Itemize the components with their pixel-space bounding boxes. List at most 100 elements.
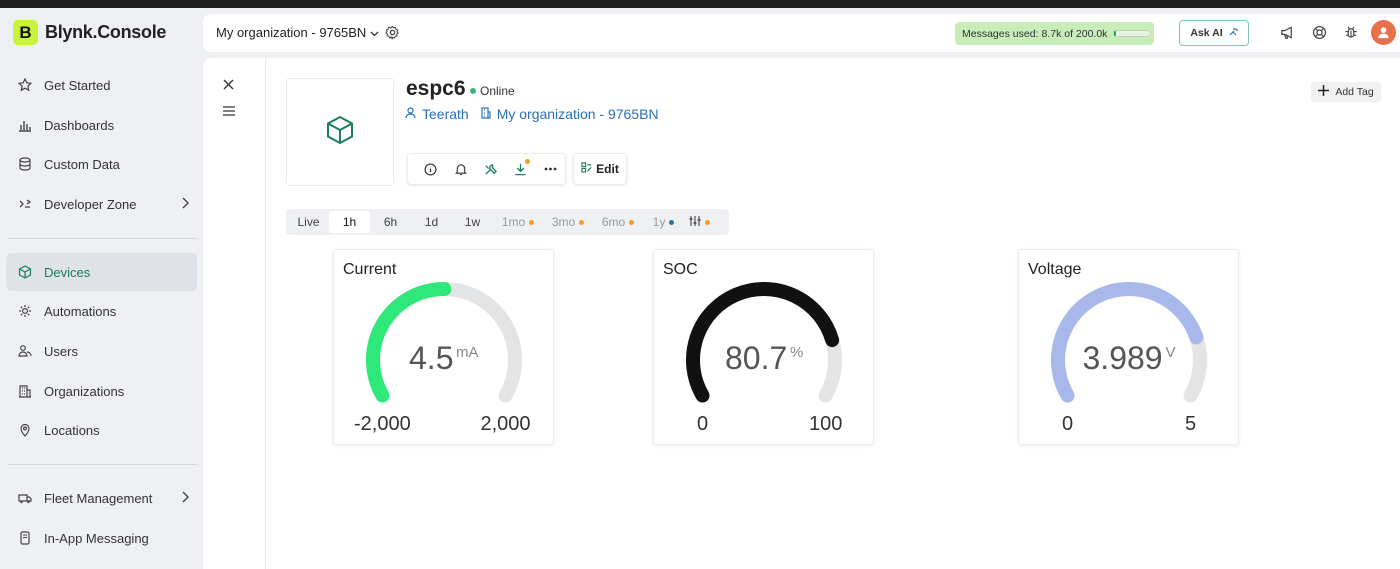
automation-icon bbox=[18, 304, 32, 318]
sidebar-item-label: Get Started bbox=[44, 77, 111, 93]
ask-ai-button[interactable]: Ask AI bbox=[1179, 20, 1249, 46]
edit-label: Edit bbox=[596, 162, 619, 176]
truck-icon bbox=[18, 491, 32, 505]
status-dot bbox=[470, 88, 476, 94]
gear-icon[interactable] bbox=[385, 25, 400, 45]
edit-button[interactable]: Edit bbox=[573, 153, 627, 185]
top-header: My organization - 9765BN | Messages used… bbox=[203, 14, 1400, 52]
time-range-label: Live bbox=[297, 215, 320, 229]
logo-text: Blynk.Console bbox=[45, 22, 167, 42]
custom-range-button[interactable] bbox=[684, 211, 714, 233]
user-avatar[interactable] bbox=[1371, 20, 1396, 45]
menu-icon[interactable] bbox=[223, 103, 235, 121]
time-range-label: 1h bbox=[342, 215, 357, 229]
users-icon bbox=[18, 344, 32, 358]
gauge-unit: mA bbox=[456, 344, 479, 361]
sidebar-item-dashboards[interactable]: Dashboards bbox=[6, 106, 197, 144]
sidebar-item-fleet-management[interactable]: Fleet Management bbox=[6, 479, 197, 517]
sidebar-item-label: Fleet Management bbox=[44, 490, 153, 506]
close-icon[interactable] bbox=[223, 77, 234, 95]
messages-label: Messages used: bbox=[962, 27, 1039, 40]
time-range-label: 6mo bbox=[601, 215, 626, 229]
time-range-1mo[interactable]: 1mo bbox=[493, 211, 543, 233]
megaphone-icon[interactable] bbox=[1280, 25, 1295, 45]
bar-chart-icon bbox=[18, 118, 32, 132]
chevron-right-icon bbox=[181, 491, 189, 506]
owner-link[interactable]: Teerath bbox=[405, 106, 469, 122]
download-icon[interactable] bbox=[505, 159, 535, 179]
time-range-6mo[interactable]: 6mo bbox=[593, 211, 643, 233]
status-dot bbox=[669, 219, 675, 225]
time-range-label: 1y bbox=[652, 215, 666, 229]
status-dot bbox=[579, 219, 585, 225]
sidebar-item-label: Developer Zone bbox=[44, 196, 137, 212]
time-range-6h[interactable]: 6h bbox=[370, 211, 411, 233]
time-range-1d[interactable]: 1d bbox=[411, 211, 452, 233]
star-icon bbox=[18, 78, 32, 92]
sidebar-item-locations[interactable]: Locations bbox=[6, 411, 197, 449]
time-range-live[interactable]: Live bbox=[288, 211, 329, 233]
developer-icon bbox=[18, 197, 32, 211]
sidebar-item-organizations[interactable]: Organizations bbox=[6, 372, 197, 410]
gauge-max: 100 bbox=[808, 413, 843, 435]
tools-icon[interactable] bbox=[476, 159, 506, 179]
status-dot bbox=[629, 219, 635, 225]
edit-dashboard-icon bbox=[581, 162, 592, 176]
support-lifebuoy-icon[interactable] bbox=[1312, 25, 1327, 45]
status-dot bbox=[704, 219, 710, 225]
time-range-label: 1d bbox=[424, 215, 439, 229]
sidebar-item-label: Automations bbox=[44, 303, 117, 319]
cube-icon bbox=[18, 265, 32, 279]
building-icon bbox=[18, 384, 32, 398]
info-icon[interactable] bbox=[416, 159, 446, 179]
bell-icon[interactable] bbox=[446, 159, 476, 179]
gauge-min: -2,000 bbox=[354, 413, 411, 435]
bug-icon[interactable] bbox=[1344, 25, 1358, 45]
time-range-1h[interactable]: 1h bbox=[329, 211, 370, 233]
status-dot bbox=[529, 219, 535, 225]
sidebar-item-label: Organizations bbox=[44, 383, 125, 399]
panel-controls bbox=[203, 58, 266, 569]
gauge-unit: % bbox=[790, 344, 804, 361]
building-icon bbox=[481, 106, 491, 122]
messages-usage: Messages used: 8.7k of 200.0k bbox=[955, 22, 1154, 45]
sidebar-item-devices[interactable]: Devices bbox=[6, 253, 197, 291]
time-range-label: 6h bbox=[383, 215, 398, 229]
sidebar-item-label: In-App Messaging bbox=[44, 530, 149, 546]
time-range-3mo[interactable]: 3mo bbox=[543, 211, 593, 233]
device-organization-link[interactable]: My organization - 9765BN bbox=[481, 106, 659, 122]
sidebar-divider bbox=[8, 238, 197, 239]
gauge-value: 80.7 bbox=[725, 340, 788, 376]
organization-selector[interactable]: My organization - 9765BN | bbox=[216, 25, 393, 40]
gauge-min: 0 bbox=[697, 413, 709, 435]
ask-ai-label: Ask AI bbox=[1190, 27, 1223, 39]
time-range-label: 1w bbox=[464, 215, 481, 229]
sidebar-item-automations[interactable]: Automations bbox=[6, 292, 197, 330]
sidebar-item-users[interactable]: Users bbox=[6, 332, 197, 370]
gauge-widget-current[interactable]: Current 4.5 mA -2,000 2,000 bbox=[333, 249, 554, 445]
sidebar-divider bbox=[8, 464, 197, 465]
add-tag-label: Add Tag bbox=[1335, 86, 1374, 98]
sidebar: B Blynk.Console Get Started Dashboards C… bbox=[0, 8, 203, 569]
device-name: espc6 bbox=[406, 77, 466, 100]
messages-progress-fill bbox=[1114, 31, 1116, 36]
time-range-1y[interactable]: 1y bbox=[643, 211, 684, 233]
organization-name: My organization - 9765BN bbox=[216, 25, 367, 40]
more-icon[interactable] bbox=[535, 159, 565, 179]
chevron-right-icon bbox=[181, 197, 189, 212]
app-logo[interactable]: B Blynk.Console bbox=[13, 20, 166, 45]
time-range-1w[interactable]: 1w bbox=[452, 211, 493, 233]
sidebar-item-in-app-messaging[interactable]: In-App Messaging bbox=[6, 519, 197, 557]
sparkle-icon bbox=[1228, 27, 1238, 40]
notification-dot bbox=[525, 159, 531, 164]
time-range-label: 1mo bbox=[501, 215, 526, 229]
sidebar-item-label: Devices bbox=[44, 264, 91, 280]
gauge-widget-voltage[interactable]: Voltage 3.989 V 0 5 bbox=[1018, 249, 1239, 445]
add-tag-button[interactable]: Add Tag bbox=[1311, 82, 1381, 102]
gauge-widget-soc[interactable]: SOC 80.7% 0 100 bbox=[653, 249, 874, 445]
time-range-selector: Live 1h 6h 1d 1w 1mo 3mo 6mo 1y bbox=[286, 209, 729, 235]
sidebar-item-developer-zone[interactable]: Developer Zone bbox=[6, 185, 197, 223]
sidebar-item-label: Locations bbox=[44, 422, 100, 438]
sidebar-item-custom-data[interactable]: Custom Data bbox=[6, 145, 197, 183]
sidebar-item-get-started[interactable]: Get Started bbox=[6, 66, 197, 104]
